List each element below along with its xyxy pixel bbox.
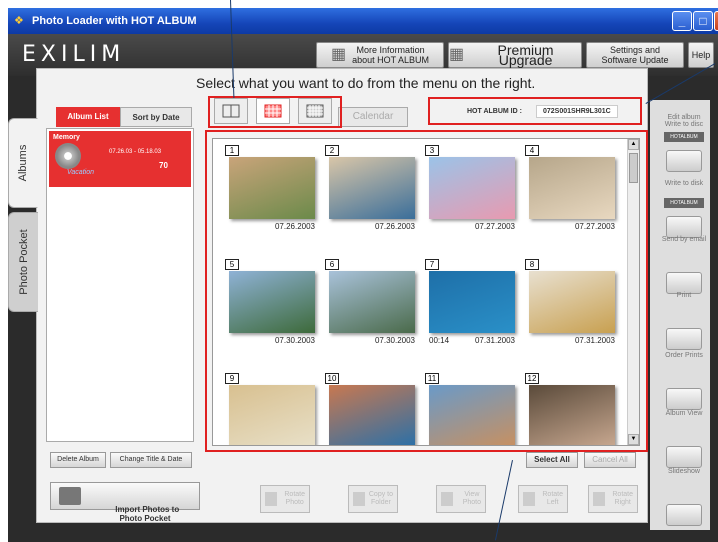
view-mode-highlight (208, 96, 342, 128)
action-icon (666, 150, 702, 172)
action-icon (666, 328, 702, 350)
tab-photo-pocket[interactable]: Photo Pocket (8, 212, 38, 312)
print-button[interactable]: Print (660, 292, 708, 352)
album-list-segment[interactable]: Album List (56, 107, 120, 127)
action-label: Edit album Write to disc (664, 114, 704, 128)
action-label: Rotate Photo (284, 491, 305, 506)
premium-upgrade-button[interactable]: ▦ Premium Upgrade (448, 42, 582, 68)
action-label: Write to disk (664, 180, 704, 187)
album-count: 70 (159, 161, 168, 170)
action-label: Slideshow (668, 468, 700, 475)
title-bar: ❖ Photo Loader with HOT ALBUM _ □ X (8, 8, 718, 34)
album-list: Memory 07.26.03 - 05.18.03 70 Vacation (46, 128, 194, 442)
tab-albums-label: Albums (17, 144, 29, 182)
action-icon (441, 492, 453, 506)
action-icon (353, 492, 365, 506)
minimize-button[interactable]: _ (672, 11, 692, 31)
action-label: Copy to Folder (368, 491, 393, 506)
action-label: Order Prints (665, 352, 703, 359)
action-icon (666, 272, 702, 294)
action-label: Album View (665, 410, 703, 417)
send-email-button[interactable]: Send by email (660, 236, 708, 296)
hot-album-badge: HOTALBUM (664, 132, 704, 142)
premium-upgrade-label: Premium Upgrade (497, 42, 554, 68)
window-title: Photo Loader with HOT ALBUM (32, 15, 197, 27)
app-icon: ❖ (14, 15, 24, 27)
maximize-button[interactable]: □ (693, 11, 713, 31)
calendar-button[interactable]: Calendar (338, 107, 408, 127)
write-to-disk-button[interactable]: Write to disk HOTALBUM (660, 180, 708, 240)
action-icon (265, 492, 277, 506)
action-icon (523, 492, 535, 506)
more-info-label: More Information about HOT ALBUM (352, 45, 429, 65)
camera-icon (59, 487, 81, 505)
action-icon (666, 446, 702, 468)
grid-icon: ▦ (449, 46, 465, 63)
action-label: Send by email (661, 236, 707, 243)
action-icon (593, 492, 605, 506)
copy-to-folder-button[interactable]: Copy to Folder (348, 485, 398, 513)
action-icon (666, 388, 702, 410)
album-view-button[interactable]: Album View (660, 410, 708, 470)
tab-albums[interactable]: Albums (8, 118, 38, 208)
more-info-button[interactable]: ▦ More Information about HOT ALBUM (316, 42, 444, 68)
rotate-photo-button[interactable]: Rotate Photo (260, 485, 310, 513)
settings-button[interactable]: Settings and Software Update (586, 42, 684, 68)
cancel-all-button[interactable]: Cancel All (584, 452, 636, 468)
rotate-right-button[interactable]: Rotate Right (588, 485, 638, 513)
hot-album-badge: HOTALBUM (664, 198, 704, 208)
disc-icon (55, 143, 81, 169)
view-photo-button[interactable]: View Photo (436, 485, 486, 513)
action-icon (666, 504, 702, 526)
action-icon (666, 216, 702, 238)
import-photos-label: Import Photos to Photo Pocket (115, 505, 180, 523)
import-photos-button[interactable]: Import Photos to Photo Pocket (50, 482, 200, 523)
hot-album-id-highlight (428, 97, 642, 125)
photo-grid-highlight (205, 130, 648, 452)
close-button[interactable]: X (714, 11, 718, 31)
album-dates: 07.26.03 - 05.18.03 (109, 149, 162, 155)
slideshow-button[interactable]: Slideshow (660, 468, 708, 528)
page-heading: Select what you want to do from the menu… (196, 75, 536, 91)
help-button[interactable]: Help (688, 42, 714, 68)
exilim-logo: EXILIM (22, 42, 126, 67)
grid-icon: ▦ (331, 46, 347, 63)
select-all-button[interactable]: Select All (526, 452, 578, 468)
edit-album-button[interactable]: Edit album Write to disc HOTALBUM (660, 114, 708, 174)
action-label: View Photo (462, 491, 481, 506)
delete-album-button[interactable]: Delete Album (50, 452, 106, 468)
change-title-button[interactable]: Change Title & Date (110, 452, 192, 468)
order-prints-button[interactable]: Order Prints (660, 352, 708, 412)
album-name: Memory (53, 134, 80, 141)
tab-photo-pocket-label: Photo Pocket (17, 229, 30, 295)
sort-by-date-segment[interactable]: Sort by Date (120, 107, 192, 127)
action-label: Print (676, 292, 692, 299)
action-label: Rotate Left (542, 491, 563, 506)
rotate-left-button[interactable]: Rotate Left (518, 485, 568, 513)
album-tag: Vacation (67, 169, 94, 176)
action-label: Rotate Right (612, 491, 633, 506)
album-item[interactable]: Memory 07.26.03 - 05.18.03 70 Vacation (49, 131, 191, 187)
